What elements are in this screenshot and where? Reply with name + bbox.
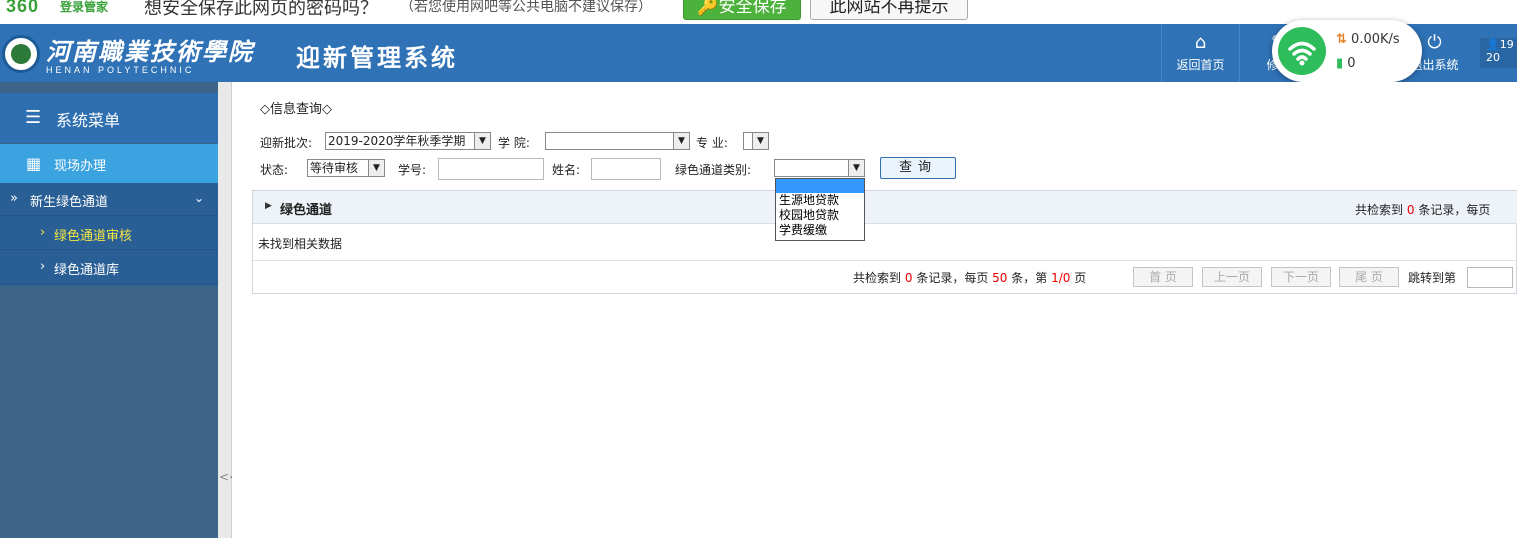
network-speed: ⇅ 0.00K/s bbox=[1336, 32, 1400, 47]
sidebar-item-onsite[interactable]: ▦ 现场办理 bbox=[0, 144, 218, 183]
school-name-en: HENAN POLYTECHNIC bbox=[46, 65, 195, 75]
sidebar-group-green-channel[interactable]: » 新生绿色通道 ⌄ bbox=[0, 183, 218, 216]
chevron-down-icon: ▼ bbox=[848, 160, 864, 176]
menu-list-icon: ☰ bbox=[25, 107, 42, 128]
battery-icon: ▮ bbox=[1336, 56, 1344, 71]
user-info[interactable]: 👤19 20 bbox=[1480, 38, 1517, 68]
save-password-question: 想安全保存此网页的密码吗？ bbox=[144, 0, 378, 19]
last-page-button[interactable]: 尾 页 bbox=[1339, 267, 1399, 287]
home-button[interactable]: ⌂ 返回首页 bbox=[1161, 24, 1239, 82]
system-menu-header[interactable]: ☰ 系统菜单 bbox=[0, 93, 218, 143]
sidebar-item-green-library[interactable]: › 绿色通道库 bbox=[0, 251, 218, 284]
chevron-down-icon: ▼ bbox=[752, 133, 768, 149]
key-icon: 🔑 bbox=[697, 0, 719, 17]
name-input[interactable] bbox=[591, 158, 661, 180]
jump-label: 跳转到第 bbox=[1408, 271, 1457, 285]
panel-title: 绿色通道 bbox=[280, 203, 333, 218]
film-icon: ▦ bbox=[26, 154, 42, 173]
sidebar-submenu: » 新生绿色通道 ⌄ › 绿色通道审核 › 绿色通道库 bbox=[0, 183, 218, 286]
user-icon: 👤 bbox=[1486, 38, 1500, 51]
status-label: 状态: bbox=[260, 163, 289, 177]
channel-type-select[interactable]: ▼ bbox=[774, 159, 865, 177]
channel-type-label: 绿色通道类别: bbox=[675, 163, 752, 177]
home-icon: ⌂ bbox=[1194, 32, 1207, 53]
query-button[interactable]: 查询 bbox=[880, 157, 956, 179]
college-select[interactable]: ▼ bbox=[545, 132, 690, 150]
next-page-button[interactable]: 下一页 bbox=[1271, 267, 1331, 287]
batch-select[interactable]: 2019-2020学年秋季学期 ▼ bbox=[325, 132, 491, 150]
student-no-input[interactable] bbox=[438, 158, 544, 180]
pager-summary: 共检索到 0 条记录，每页 50 条，第 1/0 页 bbox=[853, 271, 1087, 285]
system-title: 迎新管理系统 bbox=[296, 44, 458, 72]
chevron-down-icon: ⌄ bbox=[193, 191, 204, 205]
network-count: ▮ 0 bbox=[1336, 56, 1356, 71]
dropdown-option[interactable]: 校园地贷款 bbox=[776, 208, 864, 223]
chevron-down-icon: ▼ bbox=[673, 133, 689, 149]
chevron-down-icon: ▼ bbox=[474, 133, 490, 149]
never-prompt-button[interactable]: 此网站不再提示 bbox=[810, 0, 968, 20]
network-speed-widget[interactable]: ⇅ 0.00K/s ▮ 0 bbox=[1272, 20, 1422, 82]
chevron-right-icon: › bbox=[40, 259, 46, 274]
sidebar: ☰ 系统菜单 ▦ 现场办理 » 新生绿色通道 ⌄ › 绿色通道审核 › 绿色通道… bbox=[0, 82, 218, 538]
360-brand-sub: 登录管家 bbox=[60, 0, 109, 14]
first-page-button[interactable]: 首 页 bbox=[1133, 267, 1193, 287]
jump-page-input[interactable] bbox=[1467, 267, 1513, 288]
name-label: 姓名: bbox=[552, 163, 581, 177]
dropdown-option[interactable]: 生源地贷款 bbox=[776, 193, 864, 208]
pagination: 共检索到 0 条记录，每页 50 条，第 1/0 页 首 页 上一页 下一页 尾… bbox=[253, 260, 1517, 294]
major-label: 专 业: bbox=[696, 136, 728, 150]
dropdown-option[interactable]: 学费缓缴 bbox=[776, 223, 864, 238]
panel-record-info: 共检索到 0 条记录，每页 bbox=[1355, 203, 1491, 217]
college-label: 学 院: bbox=[498, 136, 530, 150]
safe-save-button[interactable]: 🔑安全保存 bbox=[683, 0, 801, 20]
chevron-right-icon: › bbox=[40, 225, 46, 240]
password-save-bar: 360 登录管家 想安全保存此网页的密码吗？ （若您使用网吧等公共电脑不建议保存… bbox=[0, 0, 1517, 24]
channel-type-dropdown-list: 生源地贷款 校园地贷款 学费缓缴 bbox=[775, 178, 865, 241]
chevron-down-icon: ▼ bbox=[368, 160, 384, 176]
360-logo: 360 bbox=[6, 0, 40, 16]
school-logo-icon bbox=[2, 35, 40, 73]
result-panel: ▶ 绿色通道 共检索到 0 条记录，每页 未找到相关数据 共检索到 0 条记录，… bbox=[252, 190, 1517, 294]
status-select[interactable]: 等待审核 ▼ bbox=[307, 159, 385, 177]
wifi-icon bbox=[1278, 27, 1326, 75]
breadcrumb: ◇信息查询◇ bbox=[260, 102, 332, 117]
school-name-cn: 河南職業技術學院 bbox=[46, 37, 254, 66]
sidebar-item-green-audit[interactable]: › 绿色通道审核 bbox=[0, 217, 218, 250]
double-chevron-icon: » bbox=[10, 191, 18, 206]
student-no-label: 学号: bbox=[398, 163, 427, 177]
triangle-right-icon: ▶ bbox=[265, 201, 272, 211]
major-select[interactable]: ▼ bbox=[743, 132, 769, 150]
dropdown-option-blank[interactable] bbox=[776, 179, 864, 193]
prev-page-button[interactable]: 上一页 bbox=[1202, 267, 1262, 287]
transfer-icon: ⇅ bbox=[1336, 32, 1347, 47]
save-password-hint: （若您使用网吧等公共电脑不建议保存） bbox=[400, 0, 652, 15]
main-content: ◇信息查询◇ 迎新批次: 2019-2020学年秋季学期 ▼ 学 院: ▼ 专 … bbox=[232, 82, 1517, 538]
no-data-message: 未找到相关数据 bbox=[258, 237, 343, 251]
sidebar-collapse-handle[interactable]: << bbox=[218, 82, 239, 538]
batch-label: 迎新批次: bbox=[260, 136, 313, 150]
panel-header[interactable]: ▶ 绿色通道 共检索到 0 条记录，每页 bbox=[253, 191, 1517, 224]
